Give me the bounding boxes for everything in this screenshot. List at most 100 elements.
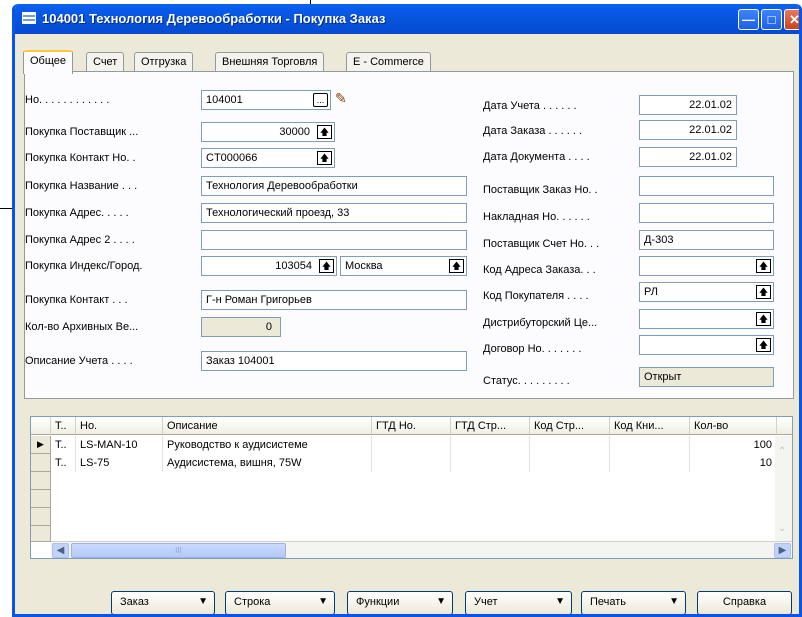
help-button[interactable]: Справка	[697, 591, 792, 614]
row-selector[interactable]	[31, 508, 51, 526]
shipment-no-field[interactable]	[639, 203, 774, 223]
order-lines-grid: Т.. Но. Описание ГТД Но. ГТД Стр... Код …	[30, 416, 793, 559]
column-header-quantity[interactable]: Кол-во	[690, 417, 777, 435]
grid-cell-description[interactable]: Аудисистема, вишня, 75W	[163, 454, 372, 472]
scroll-thumb[interactable]: III	[71, 543, 286, 558]
lookup-arrow-icon[interactable]: 🡅	[317, 125, 332, 139]
vendor-invoice-no-field[interactable]: Д-303	[639, 230, 774, 250]
column-header-cd-line[interactable]: ГТД Стр...	[451, 417, 530, 435]
contact-label: Покупка Контакт . . .	[25, 294, 128, 306]
column-header-type[interactable]: Т..	[51, 417, 76, 435]
minimize-button[interactable]: —	[738, 9, 759, 30]
purchase-order-window: 104001 Технология Деревообработки - Поку…	[12, 4, 802, 617]
posting-menu-button[interactable]: Учет ▼	[465, 591, 572, 614]
buyer-code-field[interactable]: РЛ 🡅	[639, 282, 774, 302]
grid-cell-empty[interactable]	[610, 454, 690, 472]
vendor-field[interactable]: 30000 🡅	[201, 122, 335, 142]
lookup-arrow-icon[interactable]: 🡅	[756, 312, 771, 326]
row-selector[interactable]	[31, 490, 51, 508]
archived-versions-label: Кол-во Архивных Ве...	[25, 321, 139, 333]
contract-no-label: Договор Но. . . . . . .	[483, 343, 582, 355]
document-date-field[interactable]: 22.01.02	[639, 147, 737, 167]
lookup-arrow-icon[interactable]: 🡅	[319, 259, 334, 273]
vertical-scrollbar[interactable]: ⌃ ⌄	[775, 436, 792, 542]
scroll-left-icon[interactable]: ◀	[52, 543, 69, 558]
status-label: Статус. . . . . . . . .	[483, 375, 570, 387]
distributor-label: Дистрибуторский Це...	[483, 317, 598, 329]
postcode-field[interactable]: 103054 🡅	[201, 256, 337, 276]
address2-field[interactable]	[201, 230, 467, 250]
scroll-up-icon[interactable]: ⌃	[778, 446, 786, 457]
distributor-field[interactable]: 🡅	[639, 309, 774, 329]
column-header-cd-no[interactable]: ГТД Но.	[372, 417, 451, 435]
lookup-arrow-icon[interactable]: 🡅	[756, 285, 771, 299]
name-field[interactable]: Технология Деревообработки	[201, 176, 467, 196]
close-button[interactable]: ✕	[784, 9, 799, 30]
dropdown-arrow-icon: ▼	[198, 596, 208, 607]
row-selector[interactable]	[31, 472, 51, 490]
horizontal-scrollbar[interactable]: ◀ III ▶	[51, 541, 792, 558]
order-no-field[interactable]: 104001...	[201, 90, 331, 110]
tab-e-commerce[interactable]: E - Commerce	[346, 52, 431, 73]
grid-cell-empty[interactable]	[530, 454, 610, 472]
pencil-icon[interactable]: ✎	[335, 90, 347, 107]
lookup-arrow-icon[interactable]: 🡅	[449, 259, 464, 273]
order-address-code-field[interactable]: 🡅	[639, 256, 774, 276]
lookup-arrow-icon[interactable]: 🡅	[756, 259, 771, 273]
scroll-down-icon[interactable]: ⌄	[778, 523, 786, 534]
grid-cell-empty[interactable]	[451, 436, 530, 454]
buyer-code-label: Код Покупателя . . . .	[483, 290, 589, 302]
vendor-invoice-no-label: Поставщик Счет Но. . .	[483, 238, 600, 250]
row-selector-current[interactable]: ▶	[31, 436, 51, 454]
tab-shipping[interactable]: Отгрузка	[134, 52, 194, 73]
contact-no-field[interactable]: CT000066 🡅	[201, 148, 335, 168]
grid-cell-quantity[interactable]: 100	[690, 436, 777, 454]
city-field[interactable]: Москва 🡅	[340, 256, 467, 276]
line-menu-button[interactable]: Строка ▼	[225, 591, 335, 614]
order-date-field[interactable]: 22.01.02	[639, 120, 737, 140]
lookup-arrow-icon[interactable]: 🡅	[756, 338, 771, 352]
grid-cell-empty[interactable]	[372, 454, 451, 472]
lookup-arrow-icon[interactable]: 🡅	[317, 151, 332, 165]
shipment-no-label: Накладная Но. . . . . .	[483, 211, 590, 223]
tab-general[interactable]: Общее	[23, 50, 74, 74]
grid-cell-type[interactable]: Т..	[51, 436, 76, 454]
contract-no-field[interactable]: 🡅	[639, 335, 774, 355]
grid-cell-no[interactable]: LS-75	[76, 454, 163, 472]
row-selector[interactable]	[31, 454, 51, 472]
column-header-no[interactable]: Но.	[76, 417, 163, 435]
posting-description-field[interactable]: Заказ 104001	[201, 351, 467, 371]
address-label: Покупка Адрес. . . . .	[25, 207, 129, 219]
functions-menu-button[interactable]: Функции ▼	[347, 591, 453, 614]
archived-versions-field: 0	[201, 317, 281, 337]
column-header-description[interactable]: Описание	[163, 417, 372, 435]
dropdown-arrow-icon: ▼	[436, 596, 446, 607]
grid-cell-empty[interactable]	[610, 436, 690, 454]
maximize-button[interactable]: □	[761, 9, 782, 30]
order-date-label: Дата Заказа . . . . . .	[483, 125, 583, 137]
grid-cell-description[interactable]: Руководство к аудисистеме	[163, 436, 372, 454]
print-menu-button[interactable]: Печать ▼	[581, 591, 686, 614]
row-selector[interactable]	[31, 526, 51, 542]
title-bar[interactable]: 104001 Технология Деревообработки - Поку…	[15, 4, 799, 34]
column-header-country-code[interactable]: Код Стр...	[530, 417, 610, 435]
vendor-order-no-field[interactable]	[639, 176, 774, 196]
column-header-book-code[interactable]: Код Кни...	[610, 417, 690, 435]
posting-date-field[interactable]: 22.01.02	[639, 95, 737, 115]
scroll-right-icon[interactable]: ▶	[774, 543, 791, 558]
order-menu-button[interactable]: Заказ ▼	[111, 591, 215, 614]
grid-cell-quantity[interactable]: 10	[690, 454, 777, 472]
grid-cell-empty[interactable]	[372, 436, 451, 454]
ellipsis-icon[interactable]: ...	[313, 93, 328, 107]
grid-corner	[31, 417, 51, 435]
tab-foreign-trade[interactable]: Внешняя Торговля	[215, 52, 325, 73]
contact-field[interactable]: Г-н Роман Григорьев	[201, 290, 467, 310]
grid-cell-empty[interactable]	[530, 436, 610, 454]
grid-cell-empty[interactable]	[451, 454, 530, 472]
grid-cell-no[interactable]: LS-MAN-10	[76, 436, 163, 454]
grid-cell-type[interactable]: Т..	[51, 454, 76, 472]
postcode-city-label: Покупка Индекс/Город.	[25, 260, 143, 272]
tab-invoice[interactable]: Счет	[86, 52, 125, 73]
address-field[interactable]: Технологический проезд, 33	[201, 203, 467, 223]
order-address-code-label: Код Адреса Заказа. . .	[483, 264, 596, 276]
